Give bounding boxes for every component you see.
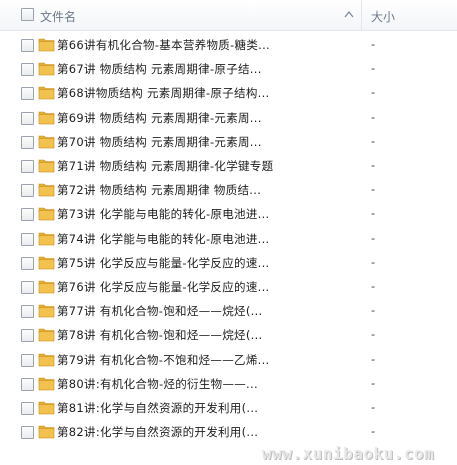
sort-arrow-up-icon[interactable] bbox=[344, 10, 354, 18]
folder-icon bbox=[38, 62, 55, 76]
column-header-size[interactable]: 大小 bbox=[363, 0, 457, 30]
row-checkbox[interactable] bbox=[21, 377, 34, 391]
row-checkbox[interactable] bbox=[21, 281, 34, 294]
file-row[interactable]: 第76讲 化学反应与能量-化学反应的速... - bbox=[0, 275, 457, 299]
folder-icon bbox=[38, 232, 55, 245]
folder-icon bbox=[38, 329, 55, 342]
folder-icon bbox=[38, 401, 55, 415]
file-name[interactable]: 第70讲 物质结构 元素周期律-元素周... bbox=[57, 134, 262, 150]
row-checkbox[interactable] bbox=[21, 111, 34, 125]
file-size: - bbox=[371, 109, 376, 124]
file-size: - bbox=[371, 400, 376, 414]
file-size: - bbox=[371, 375, 376, 390]
row-checkbox[interactable] bbox=[21, 426, 34, 440]
file-name[interactable]: 第66讲有机化合物-基本营养物质-糖类... bbox=[57, 37, 270, 53]
folder-icon bbox=[38, 38, 55, 52]
row-checkbox[interactable] bbox=[21, 160, 34, 173]
folder-icon bbox=[38, 377, 55, 391]
row-checkbox[interactable] bbox=[21, 39, 34, 52]
row-checkbox[interactable] bbox=[21, 87, 34, 101]
folder-icon bbox=[38, 87, 55, 100]
file-name[interactable]: 第69讲 物质结构 元素周期律-元素周... bbox=[57, 110, 262, 126]
file-size: - bbox=[371, 327, 376, 342]
folder-icon bbox=[38, 208, 55, 221]
folder-icon bbox=[38, 425, 55, 439]
file-size: - bbox=[371, 182, 376, 197]
file-size: - bbox=[371, 61, 376, 76]
folder-icon bbox=[38, 353, 55, 366]
file-name[interactable]: 第75讲 化学反应与能量-化学反应的速... bbox=[57, 255, 270, 271]
folder-icon bbox=[38, 280, 55, 294]
file-name[interactable]: 第79讲 有机化合物-不饱和烃——乙烯... bbox=[57, 352, 270, 368]
file-row[interactable]: 第78讲 有机化合物-饱和烃——烷烃(... - bbox=[0, 323, 457, 347]
file-name[interactable]: 第68讲物质结构 元素周期律-原子结构... bbox=[57, 85, 270, 101]
file-row[interactable]: 第77讲 有机化合物-饱和烃——烷烃(... - bbox=[0, 299, 457, 323]
file-name[interactable]: 第80讲:有机化合物-烃的衍生物——... bbox=[57, 376, 258, 392]
column-header-name-label: 文件名 bbox=[40, 10, 77, 24]
file-list-header: 文件名 大小 bbox=[0, 0, 457, 31]
file-name[interactable]: 第82讲:化学与自然资源的开发利用(... bbox=[57, 424, 258, 440]
file-size: - bbox=[371, 254, 376, 269]
file-row[interactable]: 第66讲有机化合物-基本营养物质-糖类... - bbox=[0, 33, 457, 57]
file-row[interactable]: 第75讲 化学反应与能量-化学反应的速... - bbox=[0, 251, 457, 275]
folder-icon bbox=[38, 135, 55, 149]
watermark: www.xunibaoku.com bbox=[262, 444, 435, 463]
file-name[interactable]: 第72讲 物质结构 元素周期律 物质结... bbox=[57, 182, 261, 198]
file-name[interactable]: 第81讲:化学与自然资源的开发利用(... bbox=[57, 400, 258, 416]
file-row[interactable]: 第67讲 物质结构 元素周期律-原子结... - bbox=[0, 57, 457, 81]
file-size: - bbox=[371, 279, 376, 293]
row-checkbox[interactable] bbox=[21, 305, 34, 319]
file-row[interactable]: 第81讲:化学与自然资源的开发利用(... - bbox=[0, 396, 457, 420]
file-name[interactable]: 第78讲 有机化合物-饱和烃——烷烃(... bbox=[57, 327, 263, 343]
row-checkbox[interactable] bbox=[21, 329, 34, 343]
row-checkbox[interactable] bbox=[21, 353, 34, 367]
folder-icon bbox=[38, 256, 55, 270]
file-size: - bbox=[371, 158, 376, 172]
file-size: - bbox=[371, 37, 376, 51]
file-name[interactable]: 第77讲 有机化合物-饱和烃——烷烃(... bbox=[57, 303, 263, 319]
folder-icon bbox=[38, 304, 55, 318]
folder-icon bbox=[38, 183, 55, 197]
file-size: - bbox=[371, 424, 376, 439]
file-row[interactable]: 第68讲物质结构 元素周期律-原子结构... - bbox=[0, 81, 457, 105]
row-checkbox[interactable] bbox=[21, 184, 34, 198]
column-header-name[interactable]: 文件名 bbox=[0, 0, 362, 30]
file-size: - bbox=[371, 133, 376, 148]
folder-icon bbox=[38, 159, 55, 173]
file-name[interactable]: 第67讲 物质结构 元素周期律-原子结... bbox=[57, 61, 262, 77]
row-checkbox[interactable] bbox=[21, 208, 34, 222]
file-size: - bbox=[371, 303, 376, 318]
row-checkbox[interactable] bbox=[21, 63, 34, 77]
column-header-size-label: 大小 bbox=[371, 10, 396, 24]
file-name[interactable]: 第71讲 物质结构 元素周期律-化学键专题 bbox=[57, 158, 273, 174]
file-name[interactable]: 第74讲 化学能与电能的转化-原电池进... bbox=[57, 231, 270, 247]
file-row[interactable]: 第82讲:化学与自然资源的开发利用(... - bbox=[0, 420, 457, 444]
file-row[interactable]: 第73讲 化学能与电能的转化-原电池进... - bbox=[0, 202, 457, 226]
file-size: - bbox=[371, 85, 376, 100]
file-size: - bbox=[371, 206, 376, 221]
row-checkbox[interactable] bbox=[21, 232, 34, 246]
file-name[interactable]: 第73讲 化学能与电能的转化-原电池进... bbox=[57, 206, 270, 222]
file-row[interactable]: 第69讲 物质结构 元素周期律-元素周... - bbox=[0, 106, 457, 130]
file-size: - bbox=[371, 230, 376, 245]
file-row[interactable]: 第80讲:有机化合物-烃的衍生物——... - bbox=[0, 372, 457, 396]
folder-icon bbox=[38, 111, 55, 124]
file-name[interactable]: 第76讲 化学反应与能量-化学反应的速... bbox=[57, 279, 270, 295]
row-checkbox[interactable] bbox=[21, 402, 34, 415]
file-size: - bbox=[371, 351, 376, 366]
file-row[interactable]: 第79讲 有机化合物-不饱和烃——乙烯... - bbox=[0, 348, 457, 372]
file-row[interactable]: 第70讲 物质结构 元素周期律-元素周... - bbox=[0, 130, 457, 154]
row-checkbox[interactable] bbox=[21, 256, 34, 270]
file-row[interactable]: 第72讲 物质结构 元素周期律 物质结... - bbox=[0, 178, 457, 202]
file-row[interactable]: 第71讲 物质结构 元素周期律-化学键专题 - bbox=[0, 154, 457, 178]
select-all-checkbox[interactable] bbox=[21, 8, 34, 21]
row-checkbox[interactable] bbox=[21, 135, 34, 149]
file-row[interactable]: 第74讲 化学能与电能的转化-原电池进... - bbox=[0, 227, 457, 251]
